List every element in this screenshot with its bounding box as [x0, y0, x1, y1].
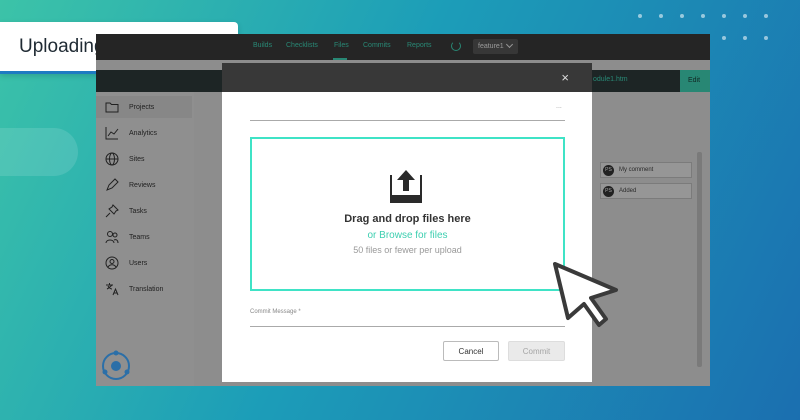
browse-files-link[interactable]: or Browse for files: [252, 230, 563, 241]
close-icon[interactable]: ×: [561, 70, 569, 85]
upload-icon: [390, 170, 422, 203]
decorative-dot: [764, 14, 768, 18]
decorative-dot: [743, 36, 747, 40]
decorative-dot: [722, 14, 726, 18]
modal-header: ×: [222, 63, 592, 92]
upload-limit-text: 50 files or fewer per upload: [353, 245, 462, 255]
commit-message-label: Commit Message *: [250, 309, 301, 315]
commit-button[interactable]: Commit: [508, 341, 565, 361]
more-icon[interactable]: ...: [556, 103, 562, 110]
cancel-button[interactable]: Cancel: [443, 341, 499, 361]
decorative-dot: [743, 14, 747, 18]
app-logo: [102, 350, 130, 380]
decorative-dot: [722, 36, 726, 40]
decorative-dot: [659, 14, 663, 18]
mouse-cursor-icon: [553, 262, 618, 327]
file-dropzone[interactable]: Drag and drop files here or Browse for f…: [250, 137, 565, 291]
commit-message-input[interactable]: [250, 317, 565, 327]
divider: [250, 120, 565, 121]
decorative-dot: [764, 36, 768, 40]
decorative-dot: [638, 14, 642, 18]
decorative-dot: [701, 14, 705, 18]
decorative-dot: [680, 14, 684, 18]
dropzone-title: Drag and drop files here: [344, 213, 471, 225]
upload-modal: × ... Drag and drop files here or Browse…: [222, 63, 592, 382]
decorative-blob: [0, 128, 78, 176]
